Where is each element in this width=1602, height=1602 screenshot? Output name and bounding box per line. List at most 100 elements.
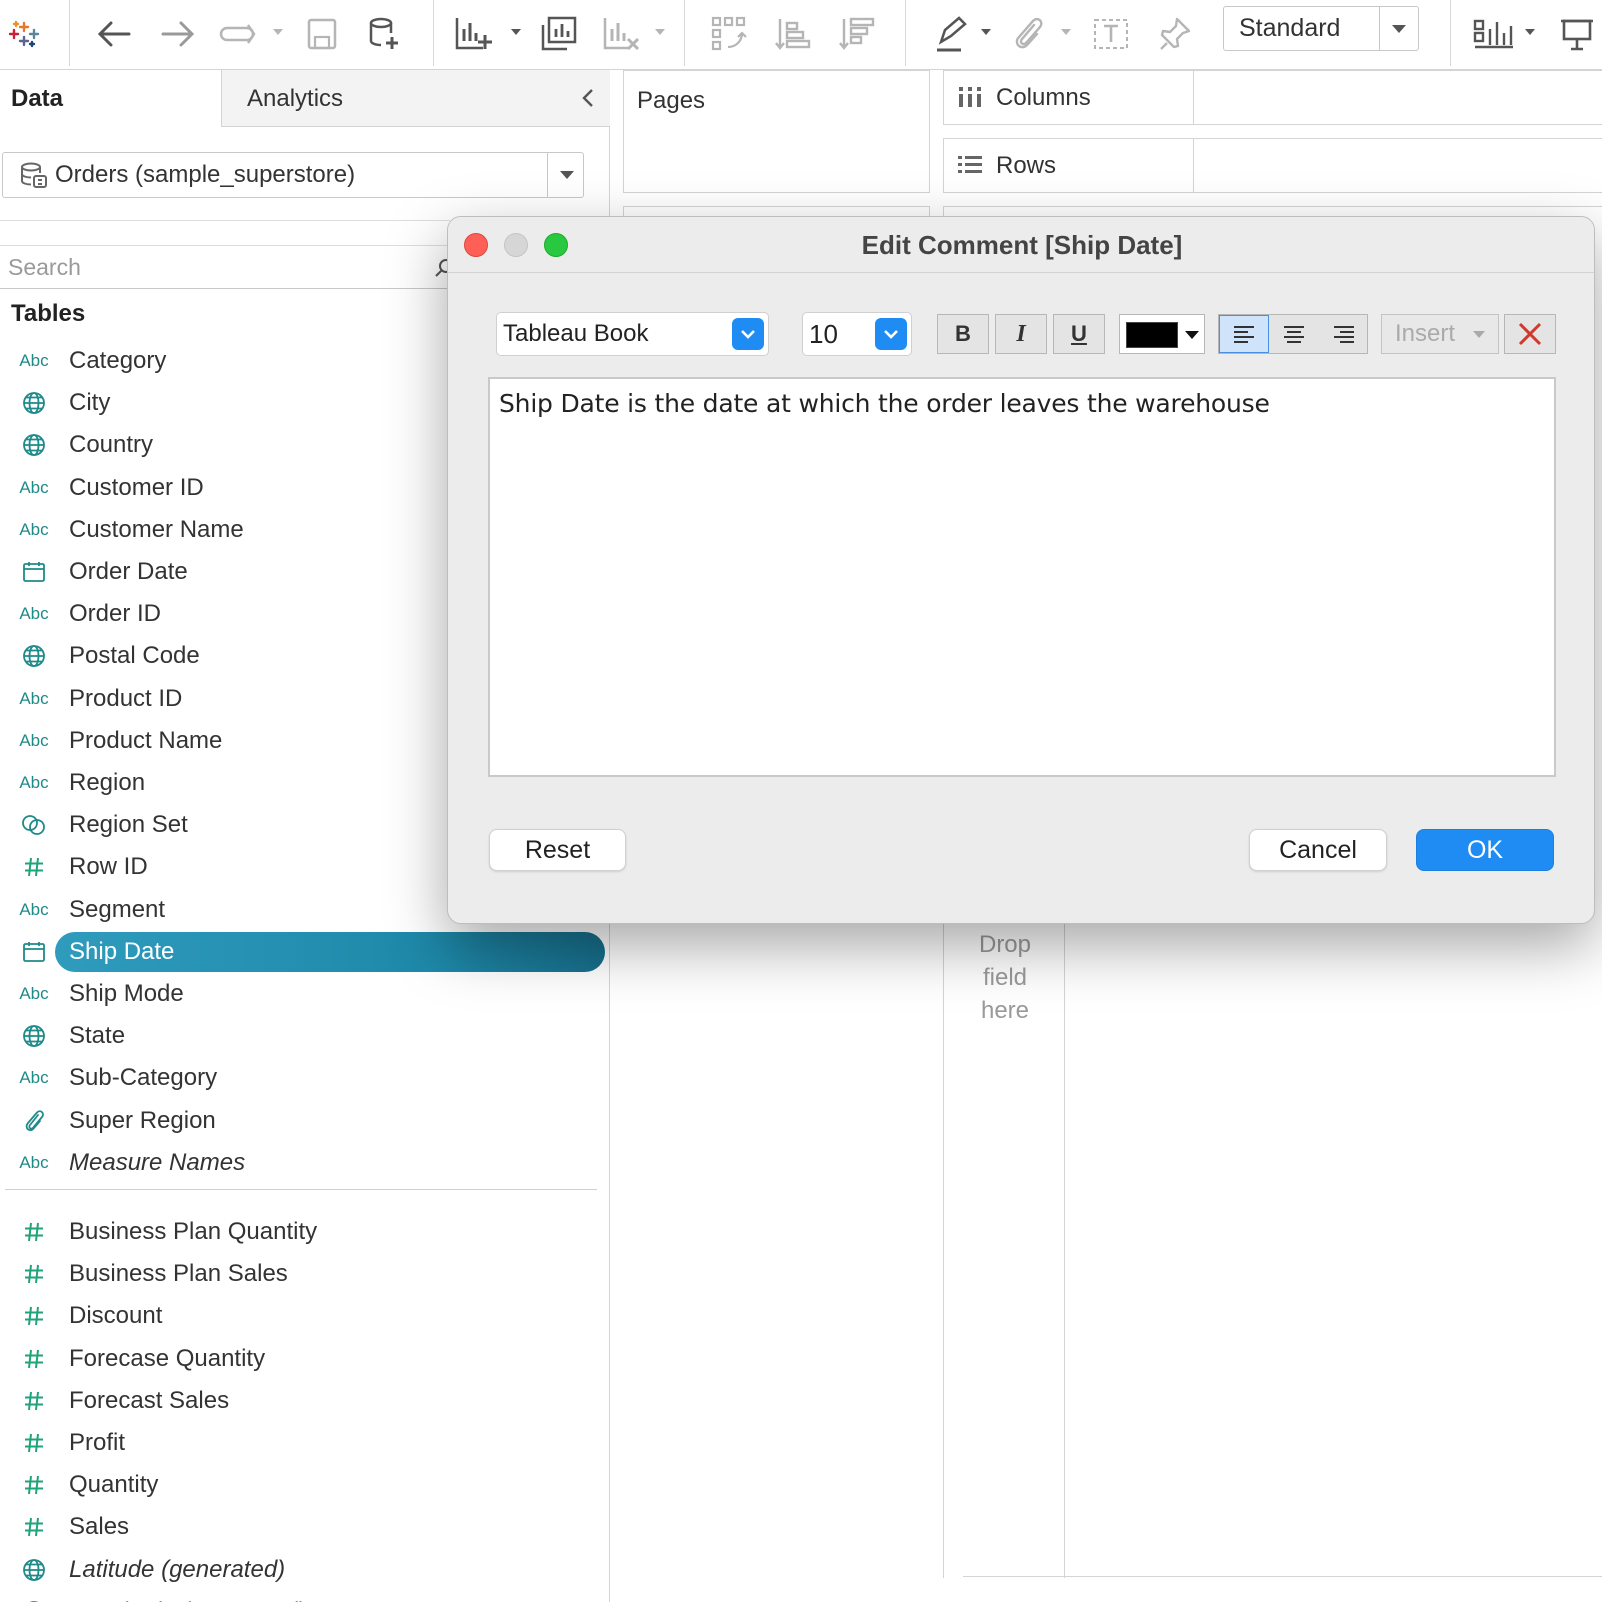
presentation-icon[interactable] <box>1556 8 1598 60</box>
font-select[interactable]: Tableau Book <box>496 312 769 356</box>
chevron-down-icon[interactable] <box>510 26 522 38</box>
text-color-picker[interactable] <box>1119 314 1205 354</box>
new-worksheet-icon[interactable] <box>452 8 496 60</box>
field-label: Customer Name <box>69 515 244 543</box>
field-label: Profit <box>69 1429 126 1456</box>
tab-analytics[interactable]: Analytics <box>222 70 610 127</box>
pin-icon[interactable] <box>1154 8 1196 60</box>
field-label: Region <box>69 769 146 796</box>
chevron-down-icon[interactable] <box>1524 26 1536 38</box>
italic-button[interactable]: I <box>995 314 1047 354</box>
rows-shelf-label: Rows <box>944 139 1194 192</box>
search-input[interactable] <box>8 248 428 286</box>
underline-button[interactable]: U <box>1053 314 1105 354</box>
comment-text-area[interactable]: Ship Date is the date at which the order… <box>488 377 1556 777</box>
field-forecast-sales[interactable]: Forecast Sales <box>0 1381 610 1421</box>
save-icon[interactable] <box>302 8 342 60</box>
string-type-icon: Abc <box>19 604 49 624</box>
field-ship-date[interactable]: Ship Date <box>0 931 610 972</box>
chevron-down-icon <box>560 171 574 179</box>
swap-icon[interactable] <box>708 8 750 60</box>
field-ship-mode[interactable]: Abc Ship Mode <box>0 974 610 1014</box>
chevron-down-icon[interactable] <box>654 26 666 38</box>
field-discount[interactable]: Discount <box>0 1296 610 1336</box>
collapse-pane-icon[interactable] <box>578 86 598 110</box>
columns-shelf[interactable]: Columns <box>943 70 1602 125</box>
field-latitude-generated[interactable]: Latitude (generated) <box>0 1550 610 1590</box>
field-measure-names[interactable]: Abc Measure Names <box>0 1143 610 1183</box>
string-type-icon: Abc <box>19 519 49 539</box>
replay-icon[interactable] <box>216 8 262 60</box>
reset-button[interactable]: Reset <box>489 829 626 871</box>
redo-icon[interactable] <box>156 8 200 60</box>
drop-hint-line: field <box>982 964 1028 991</box>
view-bottom-border <box>963 1576 1602 1577</box>
field-label: Forecast Sales <box>69 1386 230 1414</box>
rows-shelf[interactable]: Rows <box>943 138 1602 193</box>
show-labels-icon[interactable] <box>1090 8 1132 60</box>
chevron-down-icon[interactable] <box>980 26 992 38</box>
field-label: Region Set <box>69 811 188 839</box>
sort-ascending-icon[interactable] <box>772 8 814 60</box>
align-center-icon <box>1284 326 1304 343</box>
globe-icon <box>14 1016 54 1056</box>
field-sub-category[interactable]: Abc Sub-Category <box>0 1058 610 1098</box>
highlight-icon[interactable] <box>930 8 972 60</box>
field-sales[interactable]: Sales <box>0 1507 610 1547</box>
tab-data[interactable]: Data <box>0 70 222 127</box>
align-center-button[interactable] <box>1269 315 1319 353</box>
pages-shelf[interactable]: Pages <box>623 70 930 193</box>
align-right-button[interactable] <box>1319 315 1369 353</box>
show-me-icon[interactable] <box>1470 8 1516 60</box>
field-label: Ship Mode <box>69 980 184 1007</box>
drop-zone-rows[interactable]: Drop field here <box>943 920 1065 1578</box>
chevron-down-icon <box>732 318 764 350</box>
field-business-plan-quantity[interactable]: Business Plan Quantity <box>0 1212 610 1252</box>
bold-button[interactable]: B <box>937 314 989 354</box>
select-divider <box>1379 7 1380 50</box>
ok-button[interactable]: OK <box>1416 829 1554 871</box>
search-box <box>0 245 453 289</box>
chevron-down-icon <box>1185 331 1199 339</box>
field-longitude-generated[interactable]: Longitude (generated) <box>0 1592 610 1602</box>
field-label: Product ID <box>69 684 183 712</box>
font-size-select[interactable]: 10 <box>802 312 912 356</box>
string-type-icon: Abc <box>19 688 49 708</box>
cancel-button[interactable]: Cancel <box>1249 829 1387 871</box>
calendar-icon <box>14 552 54 592</box>
number-type-icon <box>14 1212 54 1252</box>
align-left-button[interactable] <box>1219 315 1269 353</box>
insert-label: Insert <box>1395 320 1456 347</box>
string-type-icon: Abc <box>19 773 49 792</box>
field-quantity[interactable]: Quantity <box>0 1465 610 1505</box>
field-label: Forecase Quantity <box>69 1344 266 1372</box>
field-super-region[interactable]: Super Region <box>0 1101 610 1141</box>
field-label: State <box>69 1022 126 1050</box>
datasource-icon <box>21 162 47 188</box>
annotate-icon[interactable] <box>1008 8 1048 60</box>
measures-divider <box>5 1189 597 1190</box>
clear-sheet-icon[interactable] <box>600 8 644 60</box>
tableau-logo-icon[interactable] <box>4 8 44 60</box>
drop-hint: Drop field here <box>944 928 1066 1027</box>
datasource-label: Orders (sample_superstore) <box>55 161 356 188</box>
new-datasource-icon[interactable] <box>364 8 404 60</box>
undo-icon[interactable] <box>92 8 136 60</box>
duplicate-sheet-icon[interactable] <box>537 8 581 60</box>
field-label: Postal Code <box>69 642 200 670</box>
field-profit[interactable]: Profit <box>0 1423 610 1463</box>
field-forecase-quantity[interactable]: Forecase Quantity <box>0 1339 610 1379</box>
sort-descending-icon[interactable] <box>836 8 878 60</box>
field-state[interactable]: State <box>0 1016 610 1056</box>
string-type-icon: Abc <box>19 1068 49 1088</box>
clear-formatting-button[interactable] <box>1504 314 1556 354</box>
chevron-down-icon[interactable] <box>272 26 284 38</box>
datasource-select[interactable]: Orders (sample_superstore) <box>2 152 584 198</box>
chevron-down-icon[interactable] <box>1060 26 1072 38</box>
number-type-icon <box>14 1381 54 1421</box>
insert-button[interactable]: Insert <box>1381 314 1499 354</box>
field-business-plan-sales[interactable]: Business Plan Sales <box>0 1254 610 1294</box>
field-label: Business Plan Sales <box>69 1260 288 1288</box>
mark-mode-select[interactable]: Standard <box>1223 6 1419 51</box>
font-value: Tableau Book <box>503 320 649 347</box>
